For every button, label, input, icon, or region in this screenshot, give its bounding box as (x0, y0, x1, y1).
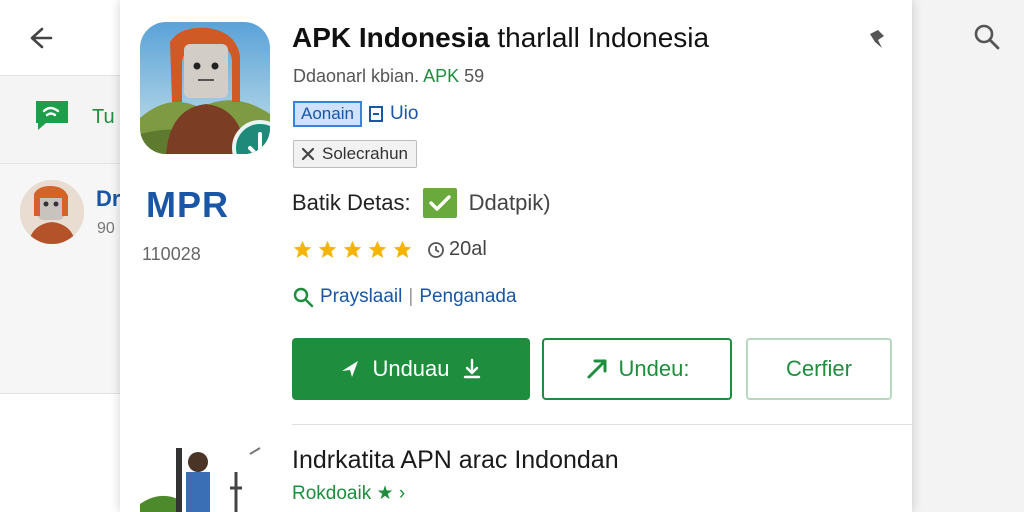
download-count: 110028 (142, 244, 201, 264)
link-row: Prayslaail | Penganada (292, 286, 517, 308)
publisher-logo: MPR (146, 184, 229, 225)
tag-separator-icon (368, 106, 383, 122)
link-secondary[interactable]: Penganada (419, 286, 516, 308)
background-item-title: Dr (96, 186, 121, 211)
app-title: APK Indonesia tharlall Indonesia (292, 22, 710, 53)
verify-button[interactable]: Cerfier (746, 338, 892, 400)
link-separator: | (408, 286, 414, 307)
star-icon (318, 240, 337, 258)
close-icon (301, 147, 315, 161)
star-icon (343, 240, 362, 258)
divider (292, 424, 912, 425)
download-icon (463, 358, 480, 379)
rating-extra: 20al (427, 238, 487, 261)
back-arrow-icon[interactable] (26, 22, 58, 54)
background-panel-left: Tu Dr 90 (0, 0, 130, 512)
detail-value: Ddatpik) (468, 190, 551, 215)
detail-row: Batik Detas: Ddatpik) (292, 188, 551, 218)
chevron-right-icon: › (398, 483, 406, 504)
download-apk-button[interactable]: Undeu: (542, 338, 732, 400)
search-icon (293, 287, 314, 308)
background-item-subtitle: 90 (97, 220, 115, 237)
verify-button-label: Cerfier (785, 356, 852, 381)
download-badge-icon (232, 120, 270, 154)
star-icon (393, 240, 412, 258)
related-app-title[interactable]: Indrkatita APN arac Indondan (292, 446, 619, 475)
developer-line: Ddaonarl kbian. APK 59 (293, 66, 485, 86)
link-primary[interactable]: Prayslaail (320, 286, 402, 308)
rating-row: 20al (292, 238, 487, 261)
background-topbar (0, 0, 130, 76)
app-detail-card: APK Indonesia tharlall Indonesia Ddaonar… (120, 0, 912, 512)
arrow-icon (587, 359, 607, 379)
star-icon (293, 240, 312, 258)
arrow-icon (342, 361, 359, 377)
chip-label: Solecrahun (322, 144, 409, 163)
install-button[interactable]: Unduau (292, 338, 530, 400)
clock-icon (428, 241, 444, 258)
background-panel-right (912, 0, 1024, 512)
secondary-tag[interactable]: Uio (390, 103, 419, 125)
avatar (20, 180, 84, 244)
editor-choice-chip[interactable]: Solecrahun (293, 140, 418, 168)
more-options-icon[interactable] (864, 26, 890, 52)
detail-label: Batik Detas: (292, 190, 411, 215)
checkbox[interactable] (422, 188, 457, 218)
related-app-subtitle: Rokdoaik ★ › (292, 483, 406, 504)
category-tag[interactable]: Aonain (293, 101, 362, 127)
check-icon (428, 195, 451, 211)
star-icon (368, 240, 387, 258)
tag-row: Aonain Uio (293, 101, 418, 127)
background-row-label: Tu (92, 106, 115, 128)
background-list-item[interactable]: Dr 90 (0, 164, 130, 394)
download-apk-label: Undeu: (618, 356, 690, 381)
search-icon[interactable] (972, 22, 1002, 52)
app-icon (140, 22, 270, 154)
star-icon: ★ (376, 483, 394, 504)
related-app-thumbnail[interactable] (140, 444, 264, 512)
install-button-label: Unduau (372, 356, 450, 381)
chat-bubble-icon (36, 101, 68, 130)
background-list-row[interactable]: Tu (0, 76, 130, 164)
